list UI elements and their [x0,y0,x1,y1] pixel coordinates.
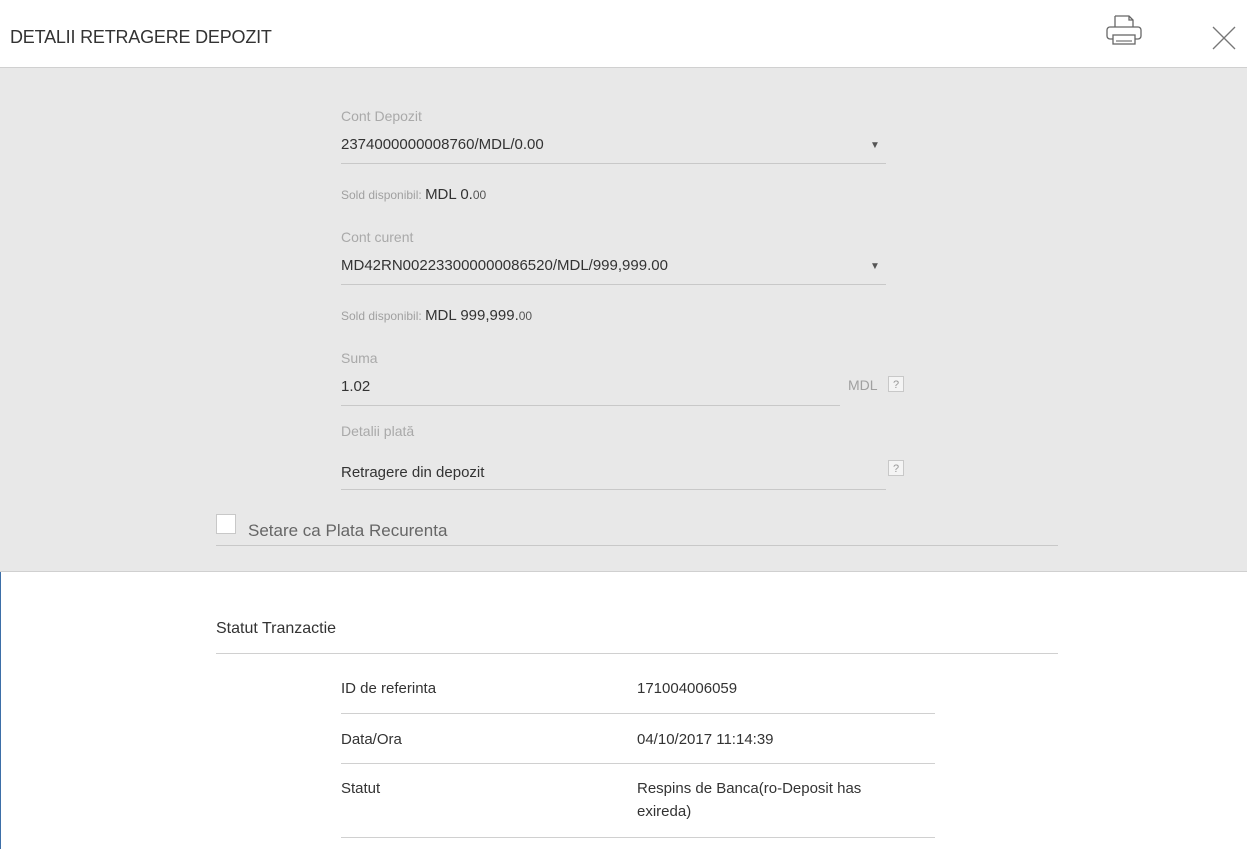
current-account-underline [341,284,886,285]
current-balance-prefix: Sold disponibil: [341,309,426,323]
status-value-line1: Respins de Banca(ro-Deposit has [637,780,862,797]
close-icon[interactable] [1210,24,1238,52]
date-time-label: Data/Ora [341,731,402,748]
payment-details-underline [341,489,886,490]
current-account-select[interactable]: MD42RN002233000000086520/MDL/999,999.00 [341,257,668,274]
deposit-account-label: Cont Depozit [341,108,422,124]
recurring-payment-checkbox[interactable] [216,514,236,534]
status-label: Statut [341,780,381,797]
deposit-account-underline [341,163,886,164]
amount-label: Suma [341,350,378,366]
payment-details-label: Detalii plată [341,423,415,439]
date-time-value: 04/10/2017 11:14:39 [637,731,774,748]
current-balance-amount: MDL 999,999. [425,307,519,324]
withdrawal-form: Cont Depozit 2374000000008760/MDL/0.00 ▼… [0,68,1247,572]
deposit-balance-prefix: Sold disponibil: [341,188,426,202]
chevron-down-icon[interactable]: ▼ [870,140,880,151]
reference-id-label: ID de referinta [341,680,437,697]
row-divider [341,837,935,838]
chevron-down-icon[interactable]: ▼ [870,261,880,272]
dialog-header: DETALII RETRAGERE DEPOZIT [0,0,1247,68]
payment-details-help-icon[interactable]: ? [888,460,904,476]
printer-icon[interactable] [1104,13,1144,47]
current-balance-decimals: 00 [518,309,533,323]
amount-underline [341,405,840,406]
reference-id-value: 171004006059 [637,680,738,697]
amount-help-icon[interactable]: ? [888,376,904,392]
deposit-account-select[interactable]: 2374000000008760/MDL/0.00 [341,136,544,153]
transaction-status-title: Statut Tranzactie [216,620,337,637]
current-balance: Sold disponibil: MDL 999,999.00 [341,307,532,324]
status-title-divider [216,653,1058,654]
dialog-title: DETALII RETRAGERE DEPOZIT [10,27,272,47]
amount-currency: MDL [848,377,878,393]
row-divider [341,763,935,764]
deposit-balance-decimals: 00 [472,188,487,202]
payment-details-input[interactable]: Retragere din depozit [341,464,484,481]
row-divider [341,713,935,714]
recurring-underline [216,545,1058,546]
deposit-balance-amount: MDL 0. [425,186,473,203]
current-account-label: Cont curent [341,229,414,245]
deposit-balance: Sold disponibil: MDL 0.00 [341,186,486,203]
amount-input[interactable]: 1.02 [341,378,370,395]
status-value-line2: exireda) [637,803,692,820]
recurring-payment-label: Setare ca Plata Recurenta [248,521,448,540]
